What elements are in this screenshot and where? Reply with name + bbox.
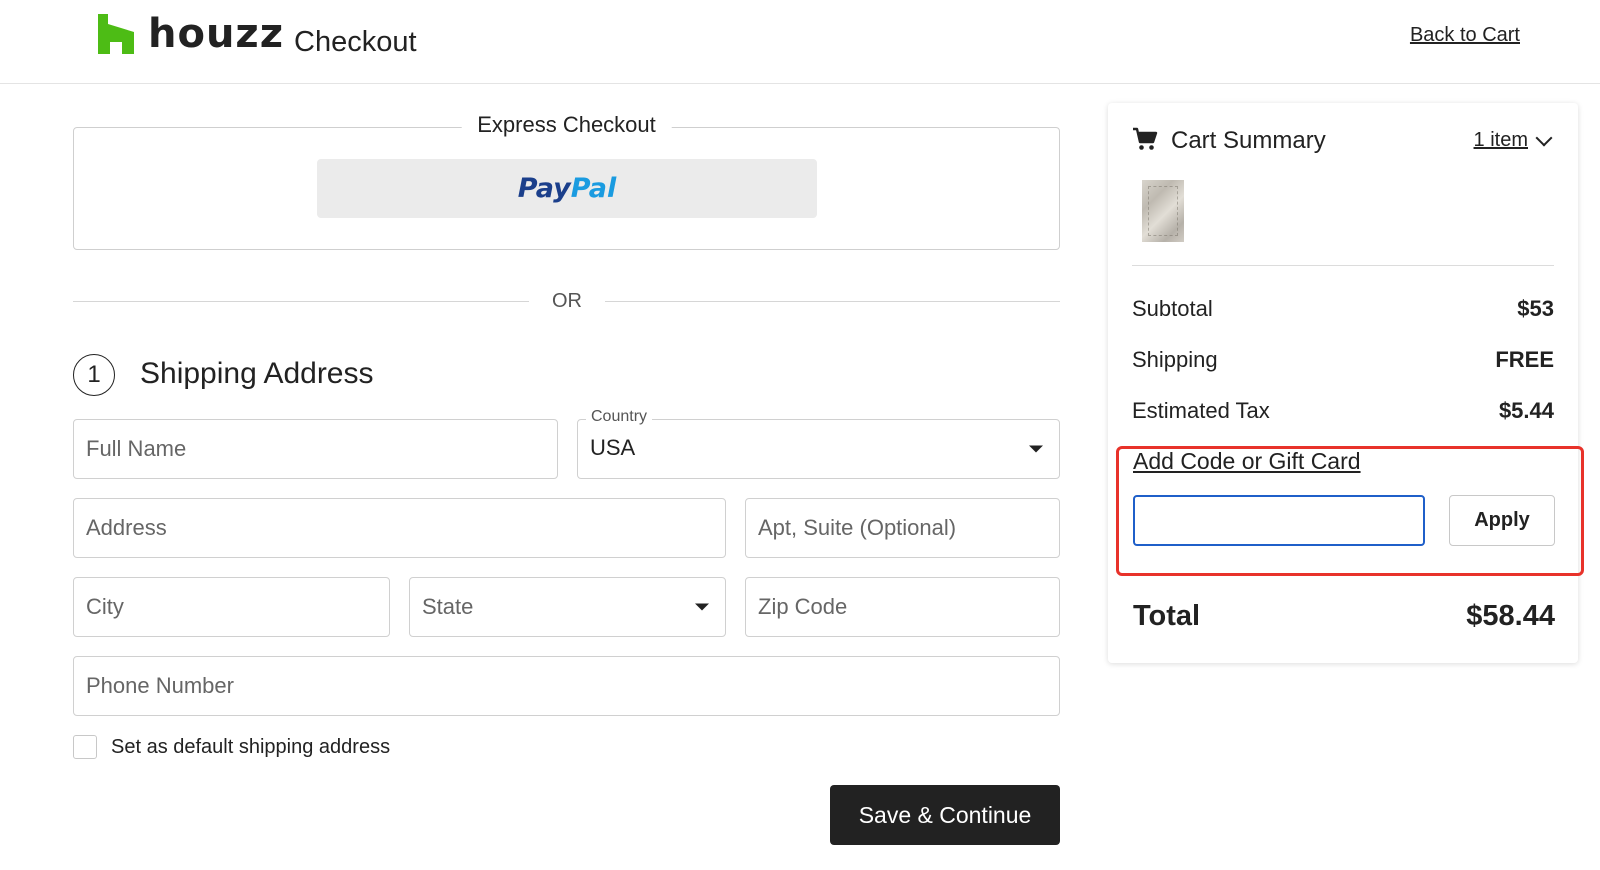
default-address-label: Set as default shipping address [111, 735, 391, 758]
shipping-address-title: Shipping Address [140, 357, 374, 390]
total-row: Total $58.44 [1133, 600, 1555, 633]
shipping-row: Shipping FREE [1132, 347, 1554, 373]
total-value: $58.44 [1466, 600, 1555, 632]
item-count-label: 1 item [1473, 129, 1528, 151]
full-name-field[interactable] [73, 419, 558, 479]
page-header: houzz Checkout Back to Cart [0, 0, 1600, 84]
divider-right [605, 301, 1060, 302]
apply-button[interactable]: Apply [1449, 495, 1555, 546]
cart-divider [1132, 265, 1554, 266]
houzz-logo-icon [98, 14, 134, 54]
country-value: USA [590, 435, 636, 460]
subtotal-label: Subtotal [1132, 296, 1213, 321]
paypal-logo-part2: Pal [570, 173, 617, 204]
estimated-tax-label: Estimated Tax [1132, 398, 1270, 423]
apt-suite-field[interactable] [745, 498, 1060, 558]
promo-code-field[interactable] [1133, 495, 1425, 546]
city-field[interactable] [73, 577, 390, 637]
houzz-logo[interactable]: houzz [96, 14, 284, 54]
zip-code-input[interactable] [746, 578, 1059, 636]
chevron-down-icon [1029, 445, 1043, 453]
subtotal-row: Subtotal $53 [1132, 296, 1554, 322]
divider-left [73, 301, 529, 302]
country-label: Country [586, 408, 653, 426]
cart-summary-card: Cart Summary 1 item Subtotal $53 Shippin… [1108, 103, 1578, 663]
express-checkout-title: Express Checkout [461, 112, 672, 138]
default-address-checkbox[interactable] [73, 735, 97, 759]
paypal-logo-part1: Pay [517, 173, 571, 204]
state-select[interactable]: State [409, 577, 726, 637]
total-label: Total [1133, 600, 1201, 632]
product-thumbnail[interactable] [1142, 180, 1184, 242]
apt-suite-input[interactable] [746, 499, 1059, 557]
estimated-tax-row: Estimated Tax $5.44 [1132, 398, 1554, 424]
shipping-label: Shipping [1132, 347, 1218, 372]
default-address-row[interactable]: Set as default shipping address [73, 735, 390, 759]
or-divider-text: OR [552, 290, 582, 312]
full-name-input[interactable] [74, 420, 557, 478]
save-continue-button[interactable]: Save & Continue [830, 785, 1060, 845]
step-number: 1 [73, 354, 115, 396]
subtotal-value: $53 [1517, 296, 1554, 321]
chevron-down-icon [695, 603, 709, 611]
item-count-toggle[interactable]: 1 item [1473, 129, 1553, 152]
paypal-button[interactable]: Pay Pal [317, 159, 817, 218]
back-to-cart-link[interactable]: Back to Cart [1410, 24, 1520, 47]
cart-summary-title: Cart Summary [1171, 127, 1326, 154]
page-title: Checkout [294, 26, 417, 58]
address-field[interactable] [73, 498, 726, 558]
shipping-value: FREE [1495, 347, 1554, 372]
estimated-tax-value: $5.44 [1498, 398, 1554, 423]
phone-number-field[interactable] [73, 656, 1060, 716]
address-input[interactable] [74, 499, 725, 557]
cart-icon [1133, 127, 1158, 150]
express-checkout-box: Express Checkout Pay Pal [73, 112, 1060, 250]
country-select[interactable]: Country USA [577, 408, 1060, 479]
zip-code-field[interactable] [745, 577, 1060, 637]
add-code-gift-card-link[interactable]: Add Code or Gift Card [1133, 448, 1361, 475]
brand-wordmark: houzz [148, 11, 284, 57]
chevron-down-icon [1535, 129, 1553, 146]
promo-code-input[interactable] [1135, 497, 1423, 544]
city-input[interactable] [74, 578, 389, 636]
phone-number-input[interactable] [74, 657, 1059, 715]
state-value: State [422, 594, 474, 619]
